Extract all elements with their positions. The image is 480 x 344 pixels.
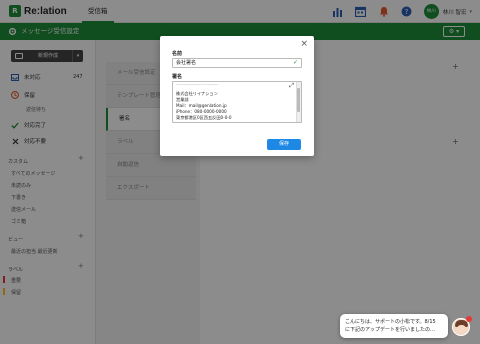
resize-icon[interactable]: ⤢ [289,82,294,90]
check-icon: ✓ [292,59,298,66]
signature-modal: × 名前 会社署名 ✓ 署名 -------------------------… [160,36,314,156]
close-icon[interactable]: × [300,39,308,49]
signature-name-value: 会社署名 [176,60,197,66]
chat-message-line: に下記のアップデートを行いましたの… [345,327,436,333]
signature-name-input[interactable]: 会社署名 ✓ [172,58,302,68]
signature-line: 東京都港区0区西五反田0-0-0 [176,115,232,120]
support-chat-bubble[interactable]: こんにちは、サポートの小松です。8/15 に下記のアップデートを行いましたの… [340,314,448,338]
scrollbar-thumb[interactable] [297,88,300,112]
notification-badge [466,316,472,322]
avatar-face [457,325,466,333]
signature-separator: ---------------------------- [176,82,219,87]
save-button[interactable]: 保存 [267,139,301,150]
chat-message-line: こんにちは、サポートの小松です。8/15 [345,319,436,325]
textarea-scrollbar[interactable] [296,82,301,122]
signature-textarea[interactable]: ---------------------------- 株式会社リイナション … [172,81,302,123]
name-label: 名前 [172,51,183,57]
signature-label: 署名 [172,74,183,80]
